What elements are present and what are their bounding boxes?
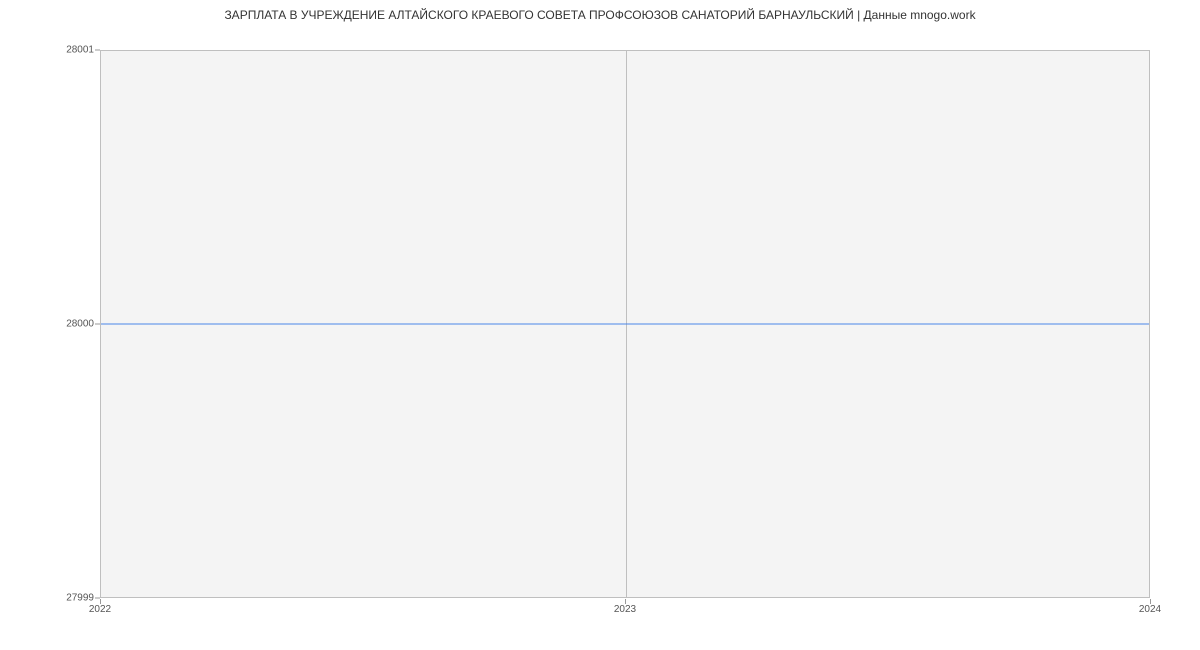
x-tick-label: 2023 (614, 604, 636, 615)
plot-area (100, 50, 1150, 598)
chart-title: ЗАРПЛАТА В УЧРЕЖДЕНИЕ АЛТАЙСКОГО КРАЕВОГ… (0, 8, 1200, 22)
x-tick-mark (625, 599, 626, 604)
x-tick-label: 2024 (1139, 604, 1161, 615)
x-tick-label: 2022 (89, 604, 111, 615)
y-tick-label: 27999 (34, 593, 94, 604)
x-tick-mark (100, 599, 101, 604)
data-line (101, 324, 1149, 325)
y-tick-mark (95, 50, 100, 51)
x-tick-mark (1150, 599, 1151, 604)
y-tick-label: 28001 (34, 45, 94, 56)
y-tick-mark (95, 324, 100, 325)
y-tick-label: 28000 (34, 319, 94, 330)
